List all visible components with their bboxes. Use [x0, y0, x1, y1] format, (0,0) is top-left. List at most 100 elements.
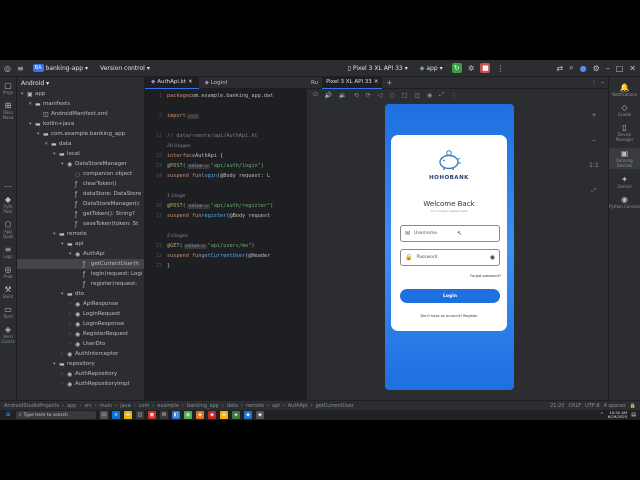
tree-item[interactable]: ƒ saveToken(token: St — [17, 219, 144, 229]
app-icon-4[interactable]: ◆ — [244, 411, 252, 419]
rotate-right-icon[interactable]: ⟳ — [366, 92, 371, 99]
sync-icon[interactable]: ⇄ — [556, 64, 563, 73]
app-icon-5[interactable]: ◆ — [256, 411, 264, 419]
tree-item[interactable]: ▾ ▬ kotlin+java — [17, 119, 144, 129]
tree-item[interactable]: ▾ ◉ AuthApi — [17, 249, 144, 259]
tree-item[interactable]: ▾ ▬ repository — [17, 359, 144, 369]
tree-item[interactable]: ƒ getToken(): String? — [17, 209, 144, 219]
app-icon-2[interactable]: ◆ — [208, 411, 216, 419]
taskbar-search[interactable]: ⌕ Type here to search — [16, 411, 96, 419]
rerun-button[interactable]: ↻ — [451, 63, 462, 73]
tree-item[interactable]: › ◉ UserDto — [17, 339, 144, 349]
resize-icon[interactable]: ⤢ — [439, 91, 444, 99]
more-actions-icon[interactable]: ⋮ — [496, 64, 504, 73]
left-tool-4[interactable]: ⬡ App Quali — [0, 220, 16, 239]
left-tool-7[interactable]: ⚒ Build — [0, 285, 16, 299]
clock[interactable]: 10:50 AM 6/29/2025 — [608, 410, 627, 420]
overview-icon[interactable]: □ — [402, 92, 408, 99]
breadcrumb-item[interactable]: remote — [246, 403, 264, 409]
rotate-left-icon[interactable]: ⟲ — [354, 92, 359, 99]
device-selector[interactable]: ▯ Pixel 3 XL API 33 ▾ — [345, 64, 411, 73]
tree-item[interactable]: ▾ ▬ remote — [17, 229, 144, 239]
tree-item[interactable]: ▾ ▬ data — [17, 139, 144, 149]
emulator-screen[interactable]: HOHOBANK Welcome Back Your trusted digit… — [385, 104, 514, 390]
forgot-password-link[interactable]: Forgot password? — [451, 274, 501, 278]
left-tool-9[interactable]: ◈ Versi Contro — [0, 325, 16, 344]
username-field[interactable]: ✉ Username ↖ — [400, 225, 500, 242]
notification-icon[interactable]: ▤ — [631, 412, 636, 418]
line-ending[interactable]: CRLF — [569, 403, 582, 409]
tree-item[interactable]: › ◉ LoginRequest — [17, 309, 144, 319]
run-config-selector[interactable]: ◆ app ▾ — [417, 64, 446, 73]
breadcrumb-item[interactable]: example — [157, 403, 179, 409]
left-tool-1[interactable]: ⊞ Reso Mana — [0, 101, 16, 120]
screenshot-icon[interactable]: ◫ — [414, 92, 420, 99]
left-tool-3[interactable]: ◆ Pyth Pack — [0, 195, 16, 214]
close-icon[interactable]: ✕ — [629, 64, 636, 73]
app-icon-3[interactable]: ◆ — [220, 411, 228, 419]
file-explorer-icon[interactable]: ▬ — [124, 411, 132, 419]
close-icon[interactable]: ✕ — [188, 79, 193, 85]
caret-position[interactable]: 21:20 — [550, 403, 564, 409]
tree-item[interactable]: › ◉ ApiResponse — [17, 299, 144, 309]
back-icon[interactable]: ◁ — [378, 92, 383, 99]
left-tool-5[interactable]: ≡ Logc — [0, 245, 16, 259]
right-tool-2[interactable]: ▯ Device Manager — [609, 123, 640, 142]
breadcrumb-item[interactable]: java — [120, 403, 130, 409]
more-options-icon[interactable]: ⋮ — [591, 79, 597, 86]
android-studio-icon[interactable]: ◈ — [232, 411, 240, 419]
right-tool-4[interactable]: ✦ Gemini — [609, 175, 640, 189]
tree-item[interactable]: › ◉ AuthRepositoryImpl — [17, 379, 144, 389]
tree-item[interactable]: ▾ ▣ app — [17, 89, 144, 99]
chrome-icon[interactable]: ◉ — [184, 411, 192, 419]
app-icon[interactable]: ◆ — [196, 411, 204, 419]
tree-item[interactable]: ƒ DataStoreManager(c — [17, 199, 144, 209]
tree-item[interactable]: ▾ ▬ manifests — [17, 99, 144, 109]
breadcrumb-item[interactable]: getCurrentUser — [315, 403, 353, 409]
hide-panel-icon[interactable]: – — [601, 79, 604, 86]
system-tray-icon[interactable]: ⌃ — [600, 412, 604, 418]
tree-item[interactable]: ƒ clearToken() — [17, 179, 144, 189]
task-view-icon[interactable]: ▭ — [100, 411, 108, 419]
close-icon[interactable]: ✕ — [374, 79, 379, 85]
project-panel-header[interactable]: Android ▾ — [17, 77, 144, 89]
home-icon[interactable]: ○ — [389, 92, 394, 99]
left-tool-0[interactable]: ▢ Proje — [0, 81, 16, 95]
right-tool-0[interactable]: 🔔 Notifications — [609, 83, 640, 97]
breadcrumb-item[interactable]: com — [139, 403, 150, 409]
breadcrumb-item[interactable]: src — [84, 403, 91, 409]
avatar-icon[interactable]: ● — [580, 64, 587, 73]
tree-item[interactable]: ▾ ▬ dto — [17, 289, 144, 299]
indent-setting[interactable]: 4 spaces — [604, 403, 626, 409]
breadcrumb-item[interactable]: api — [272, 403, 280, 409]
tree-item[interactable]: ▾ ▬ local — [17, 149, 144, 159]
zoom-in-icon[interactable]: + — [591, 112, 596, 119]
breadcrumb-item[interactable]: app — [67, 403, 76, 409]
more-options-icon[interactable]: ⋮ — [451, 92, 457, 99]
tree-item[interactable]: ▾ ◉ DataStoreManager — [17, 159, 144, 169]
encoding[interactable]: UTF-8 — [585, 403, 600, 409]
windows-start-icon[interactable]: ⊞ — [4, 411, 12, 419]
password-field[interactable]: 🔒 Password ◉ — [400, 249, 500, 266]
breadcrumb-item[interactable]: banking_app — [187, 403, 219, 409]
maximize-icon[interactable]: □ — [616, 64, 624, 73]
lock-icon[interactable]: 🔒 — [630, 403, 636, 409]
store-icon[interactable]: ◫ — [136, 411, 144, 419]
breadcrumb-item[interactable]: AuthApi — [288, 403, 308, 409]
right-tool-5[interactable]: ◉ Python Console — [609, 195, 640, 209]
left-tool-2[interactable]: … — [0, 180, 16, 189]
breadcrumb-item[interactable]: AndroidStudioProjects — [4, 403, 59, 409]
code-area[interactable]: 1 package com.example.banking_app.dat 3 imp… — [145, 89, 307, 271]
tree-item[interactable]: ƒ login(request: Logi — [17, 269, 144, 279]
tree-item[interactable]: ƒ dataStore: DataStore — [17, 189, 144, 199]
vscode-icon[interactable]: ◧ — [172, 411, 180, 419]
tree-item[interactable]: ◌ companion object — [17, 169, 144, 179]
edge-icon[interactable]: e — [112, 411, 120, 419]
stop-button[interactable]: ■ — [480, 63, 491, 73]
eye-icon[interactable]: ◉ — [490, 254, 495, 261]
vcs-menu[interactable]: Version control ▾ — [97, 64, 153, 73]
menu-icon[interactable]: ≡ — [17, 64, 24, 73]
power-icon[interactable]: ⏻ — [313, 91, 318, 99]
login-button[interactable]: Login — [400, 289, 500, 303]
zoom-out-icon[interactable]: − — [591, 137, 596, 144]
